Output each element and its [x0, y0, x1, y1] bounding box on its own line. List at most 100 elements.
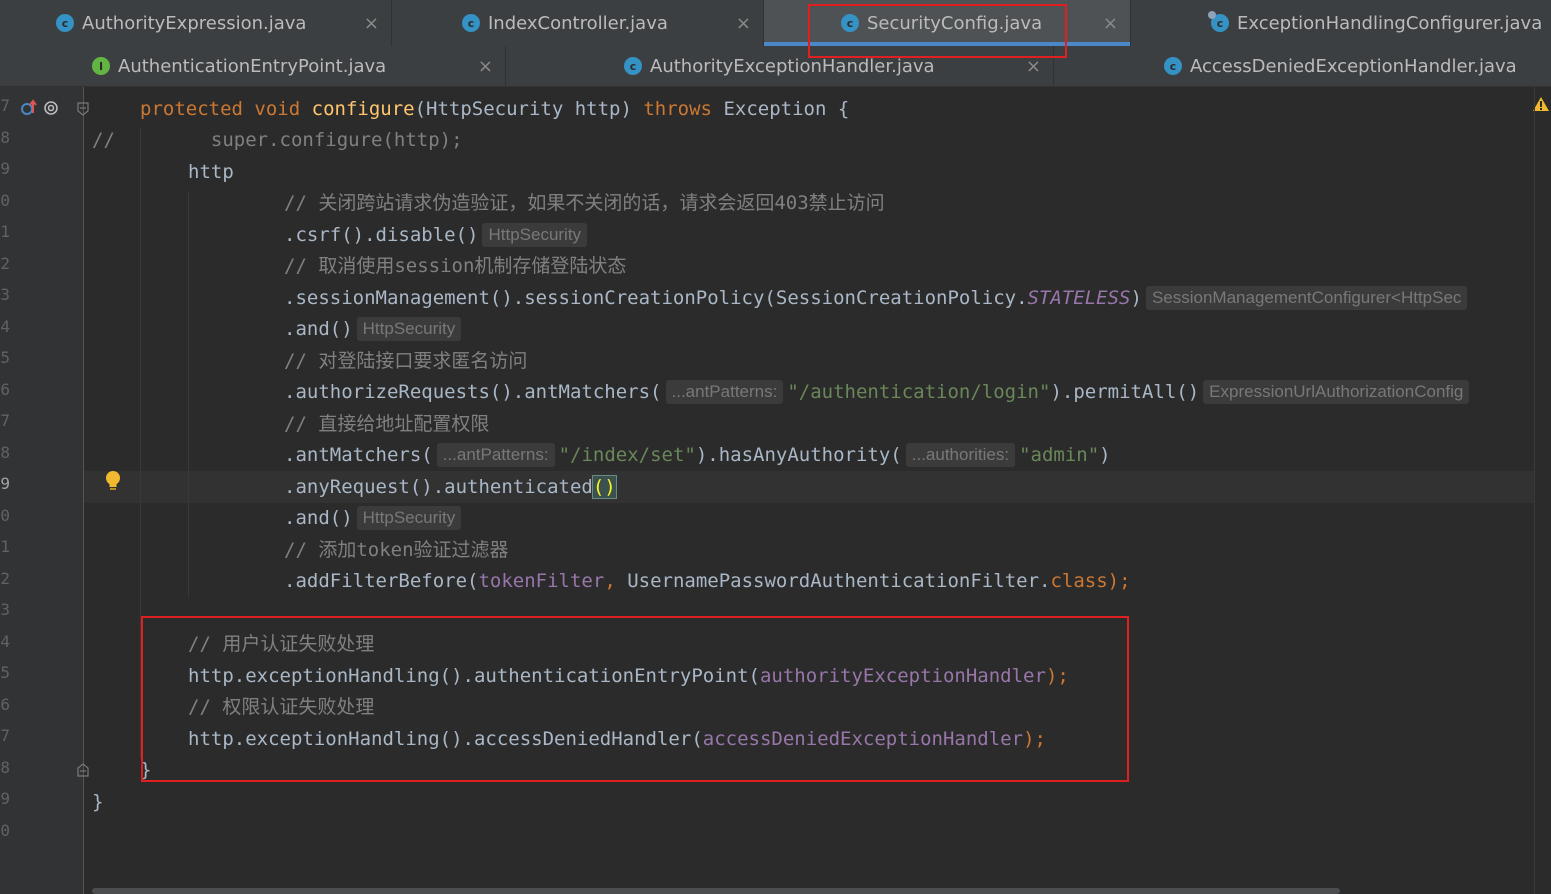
tab-label: SecurityConfig.java — [867, 12, 1043, 34]
horizontal-scrollbar[interactable] — [92, 888, 1340, 894]
line-number: 7 — [0, 411, 10, 430]
tab-index-controller[interactable]: c IndexController.java × — [392, 0, 764, 46]
line-number: 7 — [0, 726, 10, 745]
keyword: class — [1050, 570, 1108, 592]
code-line: .and() HttpSecurity — [284, 502, 465, 534]
tab-authority-expression[interactable]: c AuthorityExpression.java × — [0, 0, 392, 46]
line-number: 5 — [0, 348, 10, 367]
comment: // 添加token验证过滤器 — [284, 539, 509, 561]
line-number-current: 9 — [0, 474, 10, 493]
code-line: http.exceptionHandling().authenticationE… — [188, 660, 1069, 692]
tab-security-config[interactable]: c SecurityConfig.java × — [764, 0, 1131, 46]
line-number: 0 — [0, 506, 10, 525]
keyword: protected — [140, 98, 243, 120]
interface-icon: I — [92, 57, 110, 75]
punctuation: , — [604, 570, 628, 592]
tab-label: IndexController.java — [488, 12, 668, 34]
code-text: .and() — [284, 507, 353, 529]
close-icon[interactable]: × — [736, 13, 751, 34]
code-text: .antMatchers( — [284, 444, 433, 466]
constant: STATELESS — [1027, 287, 1131, 309]
code-line: // 添加token验证过滤器 — [284, 534, 509, 566]
code-text: http — [188, 161, 234, 183]
string-literal: "/authentication/login" — [787, 381, 1051, 403]
close-icon[interactable]: × — [478, 56, 493, 77]
vertical-scrollbar-track[interactable] — [1534, 87, 1535, 894]
line-number: 9 — [0, 159, 10, 178]
line-number: 9 — [0, 789, 10, 808]
comment: // 取消使用session机制存储登陆状态 — [284, 255, 627, 277]
line-number: 1 — [0, 222, 10, 241]
code-text: .authorizeRequests().antMatchers( — [284, 381, 662, 403]
code-text: } — [140, 759, 152, 781]
line-number: 8 — [0, 443, 10, 462]
line-number: 2 — [0, 569, 10, 588]
code-text: ).hasAnyAuthority( — [695, 444, 902, 466]
close-icon[interactable]: × — [364, 13, 379, 34]
class-lib-icon: c — [1208, 11, 1229, 32]
line-number: 3 — [0, 600, 10, 619]
code-line: http — [188, 156, 234, 188]
code-text: ) — [1130, 287, 1142, 309]
code-line-current: .anyRequest().authenticated() — [284, 471, 617, 503]
punctuation: ); — [1045, 665, 1069, 687]
code-line: .sessionManagement().sessionCreationPoli… — [284, 282, 1471, 314]
code-text: ) — [1099, 444, 1111, 466]
keyword: throws — [643, 98, 712, 120]
line-number: 8 — [0, 758, 10, 777]
code-editor[interactable]: protected void configure(HttpSecurity ht… — [84, 87, 1551, 894]
code-text: http.exceptionHandling().accessDeniedHan… — [188, 728, 703, 750]
code-line: // 用户认证失败处理 — [188, 628, 374, 660]
tab-exception-handling-configurer[interactable]: c ExceptionHandlingConfigurer.java — [1131, 0, 1551, 46]
punctuation: ); — [1107, 570, 1131, 592]
line-number: 5 — [0, 663, 10, 682]
close-icon[interactable]: × — [1103, 13, 1118, 34]
code-text: .addFilterBefore( — [284, 570, 479, 592]
line-number: 7 — [0, 96, 10, 115]
code-line: protected void configure(HttpSecurity ht… — [140, 93, 849, 125]
type-hint: HttpSecurity — [356, 506, 462, 530]
code-text: .anyRequest().authenticated — [284, 476, 593, 498]
close-icon[interactable]: × — [1026, 56, 1041, 77]
parameter-hint: ...antPatterns: — [665, 380, 784, 404]
class-icon: c — [56, 14, 74, 32]
type-hint: HttpSecurity — [356, 317, 462, 341]
class-icon: c — [462, 14, 480, 32]
tab-label: AuthenticationEntryPoint.java — [118, 55, 387, 77]
code-line: .and() HttpSecurity — [284, 313, 465, 345]
annotation-icon[interactable] — [42, 99, 60, 117]
class-icon: c — [841, 14, 859, 32]
class-icon: c — [1164, 57, 1182, 75]
line-number: 1 — [0, 537, 10, 556]
tab-authority-exception-handler[interactable]: c AuthorityExceptionHandler.java × — [506, 46, 1054, 86]
comment: // 直接给地址配置权限 — [284, 413, 490, 435]
override-method-icon[interactable] — [20, 99, 38, 117]
code-text: http.exceptionHandling().authenticationE… — [188, 665, 760, 687]
tab-label: ExceptionHandlingConfigurer.java — [1237, 12, 1543, 34]
code-line: // 权限认证失败处理 — [188, 691, 374, 723]
code-line: .authorizeRequests().antMatchers(...antP… — [284, 376, 1473, 408]
code-text: Exception { — [712, 98, 850, 120]
tab-access-denied-exception-handler[interactable]: c AccessDeniedExceptionHandler.java — [1054, 46, 1551, 86]
line-number: 0 — [0, 821, 10, 840]
library-badge-icon — [1208, 11, 1216, 19]
line-number: 6 — [0, 695, 10, 714]
string-literal: "/index/set" — [558, 444, 696, 466]
punctuation: ); — [1023, 728, 1046, 750]
code-line: // super.configure(http); — [92, 124, 463, 156]
tab-authentication-entry-point[interactable]: I AuthenticationEntryPoint.java × — [0, 46, 506, 86]
code-text: .sessionManagement().sessionCreationPoli… — [284, 287, 1028, 309]
brace-match: () — [591, 475, 617, 499]
code-line: // 取消使用session机制存储登陆状态 — [284, 250, 626, 282]
field-reference: tokenFilter — [478, 570, 605, 592]
class-icon-letter: c — [1216, 16, 1224, 30]
parameter-hint: ...antPatterns: — [436, 443, 555, 467]
code-text: ).permitAll() — [1050, 381, 1200, 403]
line-number-gutter: 7 8 9 0 1 2 3 4 5 6 7 8 9 0 1 2 3 4 5 6 … — [0, 87, 84, 894]
parameter-hint: ...authorities: — [905, 443, 1016, 467]
code-text: } — [92, 791, 104, 813]
code-line: .addFilterBefore(tokenFilter, UsernamePa… — [284, 565, 1131, 597]
line-number: 0 — [0, 191, 10, 210]
method-name: configure — [311, 98, 415, 120]
line-number: 3 — [0, 285, 10, 304]
